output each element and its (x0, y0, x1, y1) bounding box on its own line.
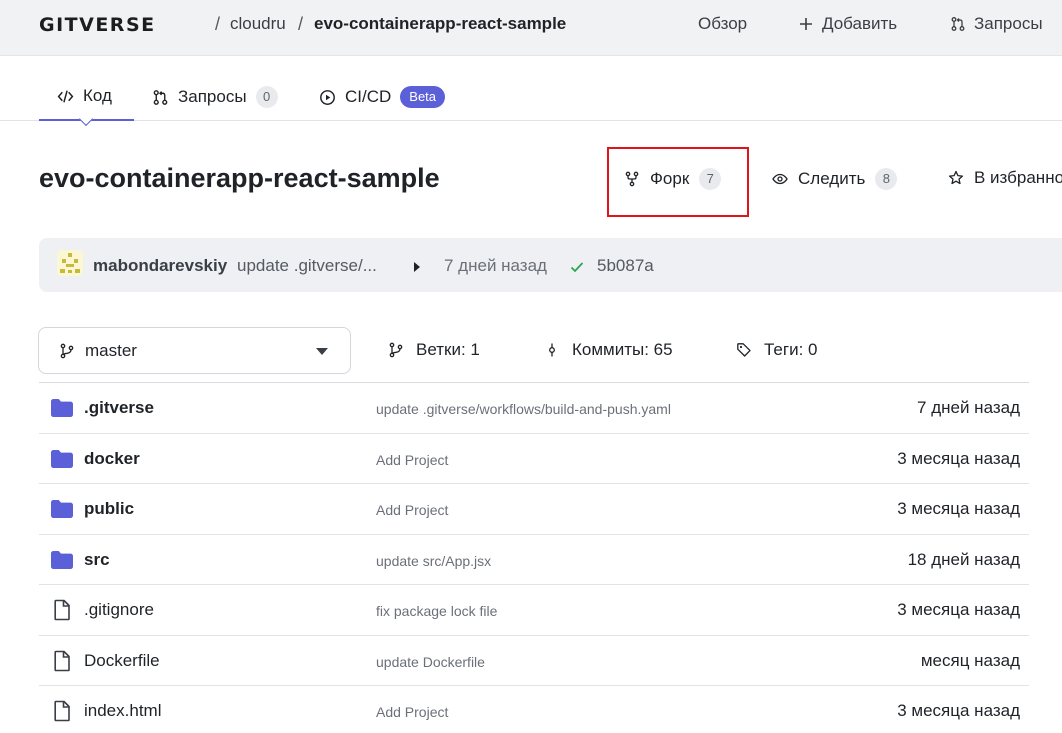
file-commit-message[interactable]: update Dockerfile (376, 654, 485, 670)
tab-code[interactable]: Код (57, 86, 112, 106)
fork-highlight-box (607, 147, 749, 217)
watch-button[interactable]: Следить 8 (772, 168, 898, 190)
nav-overview-label: Обзор (698, 14, 748, 33)
file-updated-date: 7 дней назад (917, 398, 1020, 417)
file-name[interactable]: public (84, 499, 134, 519)
tags-label: Теги: 0 (764, 340, 818, 359)
pull-request-icon (951, 17, 965, 31)
commit-message[interactable]: update .gitverse/... (237, 256, 377, 276)
identicon-icon (60, 253, 80, 273)
folder-icon (50, 498, 74, 520)
file-row[interactable]: index.html Add Project 3 месяца назад (39, 686, 1029, 733)
tags-link[interactable]: Теги: 0 (736, 340, 817, 360)
branch-select-value: master (85, 341, 137, 360)
file-updated-date: 3 месяца назад (897, 499, 1020, 518)
last-commit-bar: mabondarevskiy update .gitverse/... 7 дн… (39, 238, 1062, 292)
file-updated-date: 18 дней назад (907, 549, 1020, 569)
folder-icon (50, 448, 74, 470)
file-name[interactable]: docker (84, 449, 140, 469)
file-commit-message[interactable]: Add Project (376, 704, 448, 720)
file-name[interactable]: src (84, 550, 110, 570)
tab-requests-label: Запросы (178, 87, 247, 106)
file-updated-date: 3 месяца назад (897, 701, 1020, 720)
breadcrumb-separator: / (215, 14, 221, 34)
active-tab-caret (78, 111, 94, 127)
file-commit-message[interactable]: update .gitverse/workflows/build-and-pus… (376, 401, 671, 417)
star-icon (948, 170, 964, 185)
branches-label: Ветки: 1 (416, 340, 480, 359)
file-row[interactable]: src update src/App.jsx 18 дней назад (39, 535, 1029, 585)
file-icon (50, 650, 74, 672)
branch-icon (60, 343, 74, 359)
nav-overview[interactable]: Обзор (698, 14, 747, 34)
gitverse-logo[interactable]: GITVERSE (39, 14, 156, 36)
tab-cicd-label: CI/CD (345, 87, 392, 106)
branch-icon (389, 342, 403, 358)
branch-select[interactable]: master (38, 327, 351, 374)
top-bar: GITVERSE / cloudru / evo-containerapp-re… (0, 0, 1062, 56)
file-name[interactable]: index.html (84, 701, 161, 721)
tab-requests[interactable]: Запросы 0 (152, 86, 278, 108)
file-commit-message[interactable]: update src/App.jsx (376, 553, 491, 569)
nav-requests-label: Запросы (974, 14, 1043, 33)
watch-label: Следить (798, 169, 866, 188)
favorite-label: В избранное (974, 168, 1062, 187)
commit-icon (549, 343, 555, 357)
file-icon (50, 700, 74, 722)
code-icon (57, 89, 74, 103)
file-updated-date: 3 месяца назад (897, 448, 1020, 468)
commit-time: 7 дней назад (444, 256, 547, 275)
nav-add-label: Добавить (822, 14, 898, 33)
watch-count-badge: 8 (875, 168, 898, 190)
play-circle-icon (320, 89, 335, 105)
file-row[interactable]: docker Add Project 3 месяца назад (39, 434, 1029, 484)
tab-code-label: Код (83, 86, 112, 105)
beta-badge: Beta (400, 86, 446, 108)
folder-icon (50, 549, 74, 571)
file-commit-message[interactable]: fix package lock file (376, 603, 497, 619)
pull-request-icon (153, 89, 168, 105)
caret-right-icon (414, 262, 420, 272)
breadcrumb-owner[interactable]: cloudru (230, 14, 286, 34)
eye-icon (772, 173, 788, 185)
file-row[interactable]: .gitverse update .gitverse/workflows/buil… (39, 383, 1029, 434)
plus-icon (800, 18, 812, 30)
file-commit-message[interactable]: Add Project (376, 452, 448, 468)
folder-icon (50, 397, 74, 419)
breadcrumb-repo[interactable]: evo-containerapp-react-sample (314, 14, 566, 34)
author-avatar[interactable] (57, 250, 83, 276)
file-row[interactable]: .gitignore fix package lock file 3 месяца … (39, 585, 1029, 636)
file-commit-message[interactable]: Add Project (376, 502, 448, 518)
file-name[interactable]: Dockerfile (84, 651, 160, 671)
check-icon (570, 258, 584, 278)
file-row[interactable]: public Add Project 3 месяца назад (39, 484, 1029, 535)
favorite-button[interactable]: В избранное (948, 168, 1062, 188)
commit-hash[interactable]: 5b087a (597, 256, 654, 276)
file-table: .gitverse update .gitverse/workflows/buil… (39, 382, 1029, 733)
file-row[interactable]: Dockerfile update Dockerfile месяц назад (39, 636, 1029, 686)
tag-icon (737, 343, 751, 357)
file-icon (50, 599, 74, 621)
commits-label: Коммиты: 65 (572, 340, 673, 359)
branches-link[interactable]: Ветки: 1 (388, 340, 480, 360)
repo-title: evo-containerapp-react-sample (39, 163, 440, 193)
nav-requests[interactable]: Запросы (950, 14, 1043, 34)
chevron-down-icon (316, 348, 328, 355)
commits-link[interactable]: Коммиты: 65 (544, 340, 673, 360)
commit-author[interactable]: mabondarevskiy (93, 256, 227, 276)
repo-tabs: Код Запросы 0 CI/CD Beta (0, 56, 1062, 127)
nav-add[interactable]: Добавить (798, 14, 897, 34)
file-updated-date: 3 месяца назад (897, 600, 1020, 619)
file-updated-date: месяц назад (920, 650, 1020, 670)
tab-cicd[interactable]: CI/CD Beta (319, 86, 446, 108)
expand-message-icon[interactable] (412, 258, 422, 278)
requests-count-badge: 0 (255, 86, 278, 108)
breadcrumb-separator: / (298, 14, 304, 34)
file-name[interactable]: .gitignore (84, 600, 154, 620)
file-name[interactable]: .gitverse (84, 398, 154, 418)
